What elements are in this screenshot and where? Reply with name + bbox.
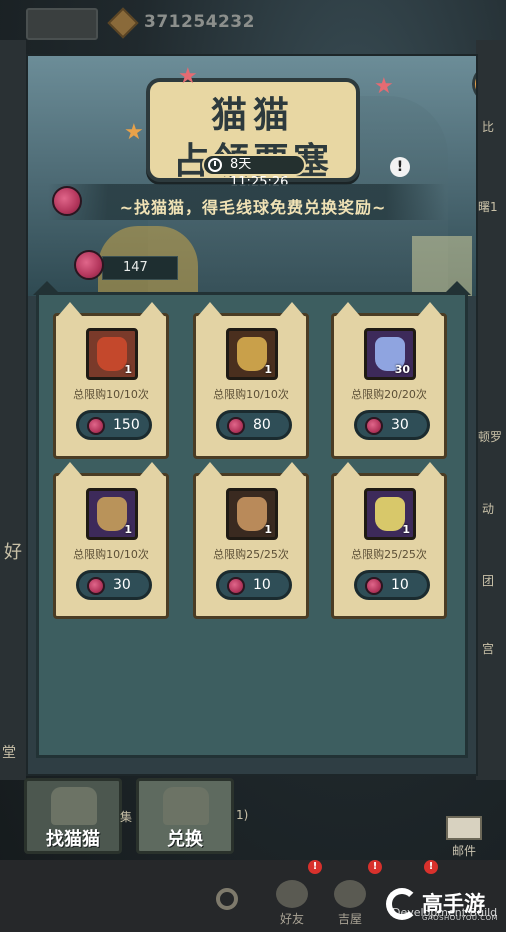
price: 30 — [391, 417, 409, 433]
mail-icon — [446, 816, 482, 840]
shop-item-card[interactable]: 1 总限购25/25次 10 — [193, 462, 309, 619]
yarn-ball-icon — [74, 250, 104, 280]
item-quantity: 1 — [124, 523, 132, 536]
friends-icon — [276, 880, 308, 908]
cat-box-icon — [51, 787, 97, 825]
alert-badge: ! — [368, 860, 382, 874]
price: 10 — [253, 577, 271, 593]
buy-button[interactable]: 10 — [216, 570, 292, 600]
purchase-limit: 总限购10/10次 — [73, 388, 149, 401]
purchase-limit: 总限购25/25次 — [351, 548, 427, 561]
buy-button[interactable]: 80 — [216, 410, 292, 440]
frame-ear — [33, 281, 61, 295]
shop-item-card[interactable]: 1 总限购10/10次 80 — [193, 302, 309, 459]
side-label: 好 — [4, 542, 22, 563]
side-label: 1) — [236, 808, 249, 822]
buy-button[interactable]: 10 — [354, 570, 430, 600]
yarn-balance-value: 147 — [123, 260, 148, 275]
buy-button[interactable]: 150 — [76, 410, 152, 440]
side-label: 团 — [482, 574, 495, 588]
item-quantity: 1 — [264, 523, 272, 536]
event-subtitle: ~找猫猫，得毛线球免费兑换奖励~ — [119, 198, 387, 217]
alert-badge: ! — [308, 860, 322, 874]
item-quantity: 1 — [402, 523, 410, 536]
purchase-limit: 总限购25/25次 — [213, 548, 289, 561]
shop-grid: 1 总限购10/10次 150 1 总限购10/10次 80 30 总限购20/… — [33, 281, 471, 758]
buy-button[interactable]: 30 — [76, 570, 152, 600]
price: 10 — [391, 577, 409, 593]
currency-value: 371254232 — [144, 12, 255, 32]
gold-urn-icon: 1 — [226, 328, 278, 380]
skull-potion-icon: 1 — [364, 488, 416, 540]
nav-friends[interactable]: 好友 — [268, 880, 316, 930]
purchase-limit: 总限购10/10次 — [73, 548, 149, 561]
side-label: 动 — [482, 502, 495, 516]
tab-label: 找猫猫 — [46, 829, 100, 850]
nav-home[interactable]: 吉屋 — [326, 880, 374, 930]
event-timer: 8天 11:25:26 — [202, 154, 306, 190]
yarn-ball-icon — [227, 577, 245, 595]
yarn-ball-icon — [87, 417, 105, 435]
event-panel: 猫猫 占领要塞 ★ ★ ★ 8天 11:25:26 ! ~找猫猫，得毛线球免费兑… — [26, 54, 478, 776]
yarn-ball-icon — [227, 417, 245, 435]
clock-icon — [208, 158, 222, 172]
resource-bar: 371254232 — [26, 4, 276, 42]
frame-ear — [443, 281, 471, 295]
item-quantity: 1 — [124, 363, 132, 376]
side-label: 顿罗 — [478, 430, 503, 444]
shop-item-card[interactable]: 30 总限购20/20次 30 — [331, 302, 447, 459]
nav-label: 吉屋 — [337, 912, 362, 926]
tab-find-cats[interactable]: 找猫猫 — [24, 778, 122, 854]
yarn-ball-icon — [365, 577, 383, 595]
purchase-limit: 总限购10/10次 — [213, 388, 289, 401]
yarn-ball-icon — [365, 417, 383, 435]
house-icon — [334, 880, 366, 908]
item-quantity: 1 — [264, 363, 272, 376]
price: 150 — [113, 417, 140, 433]
side-label: 宫 — [482, 642, 495, 656]
alert-badge: ! — [424, 860, 438, 874]
left-side-panel — [0, 40, 26, 780]
event-banner: 猫猫 占领要塞 ★ ★ ★ 8天 11:25:26 ! ~找猫猫，得毛线球免费兑… — [28, 56, 476, 296]
item-quantity: 30 — [394, 363, 410, 376]
treasure-pack-icon: 1 — [86, 488, 138, 540]
right-side-panel — [476, 40, 506, 780]
bronze-urn-icon: 1 — [226, 488, 278, 540]
side-label: 比 — [482, 120, 495, 134]
shop-item-card[interactable]: 1 总限购25/25次 10 — [331, 462, 447, 619]
side-label: 堂 — [2, 745, 16, 761]
side-label: 曙1 — [478, 200, 498, 214]
info-icon[interactable]: ! — [390, 157, 410, 177]
purple-vase-icon: 1 — [86, 328, 138, 380]
price: 30 — [113, 577, 131, 593]
tab-label: 兑换 — [167, 829, 203, 850]
paw-icon — [472, 64, 476, 104]
side-label: 集 — [120, 810, 133, 824]
avatar[interactable] — [26, 8, 98, 40]
gear-icon[interactable] — [216, 888, 238, 910]
build-overlay: Development Build — [392, 906, 498, 919]
buy-button[interactable]: 30 — [354, 410, 430, 440]
mail-label: 邮件 — [451, 844, 476, 858]
purchase-limit: 总限购20/20次 — [351, 388, 427, 401]
shop-item-card[interactable]: 1 总限购10/10次 150 — [53, 302, 169, 459]
tab-exchange[interactable]: 兑换 — [136, 778, 234, 854]
yarn-ball-icon — [87, 577, 105, 595]
nav-label: 好友 — [279, 912, 304, 926]
event-title-line1: 猫猫 — [210, 95, 295, 136]
star-icon: ★ — [124, 120, 144, 145]
star-icon: ★ — [178, 64, 198, 89]
yarn-balance: 147 — [102, 256, 178, 280]
shop-item-card[interactable]: 1 总限购10/10次 30 — [53, 462, 169, 619]
currency-icon — [107, 7, 139, 39]
star-icon: ★ — [374, 74, 394, 99]
price: 80 — [253, 417, 271, 433]
mail-button[interactable]: 邮件 — [440, 812, 488, 858]
scroll-card-icon: 30 — [364, 328, 416, 380]
exchange-box-icon — [163, 787, 209, 825]
